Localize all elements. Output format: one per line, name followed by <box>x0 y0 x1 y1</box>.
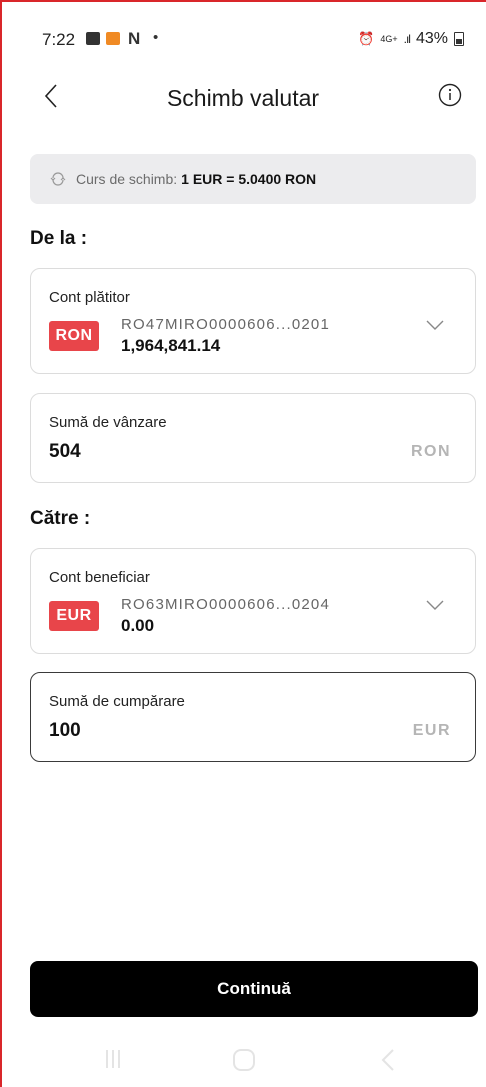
sell-amount-field[interactable]: Sumă de vânzare 504 RON <box>30 393 476 483</box>
system-back-icon[interactable] <box>378 1048 398 1072</box>
rate-value: 1 EUR = 5.0400 RON <box>181 171 317 187</box>
status-right: ⏰ 4G+ .ıl 43% <box>358 30 464 48</box>
app-header: Schimb valutar <box>0 75 486 119</box>
battery-level: 43% <box>415 30 448 47</box>
beneficiary-iban: RO63MIRO0000606...0204 <box>121 596 331 613</box>
beneficiary-account-selector[interactable]: Cont beneficiar EUR RO63MIRO0000606...02… <box>30 548 476 654</box>
payer-balance: 1,964,841.14 <box>121 336 221 355</box>
payer-account-label: Cont plătitor <box>49 289 130 306</box>
sell-amount-value[interactable]: 504 <box>49 441 81 463</box>
from-section-title: De la : <box>30 228 88 249</box>
battery-icon <box>454 32 464 46</box>
beneficiary-balance: 0.00 <box>121 616 155 635</box>
sell-amount-currency: RON <box>410 443 451 460</box>
payer-currency-badge: RON <box>49 321 99 351</box>
to-section-title: Către : <box>30 508 91 529</box>
continue-button[interactable]: Continuă <box>30 961 478 1017</box>
home-icon[interactable] <box>232 1048 256 1072</box>
payer-iban: RO47MIRO0000606...0201 <box>121 316 331 333</box>
network-type: 4G+ <box>380 33 398 44</box>
status-bar: 7:22 N • ⏰ 4G+ .ıl 43% <box>0 0 486 60</box>
chevron-down-icon[interactable] <box>425 319 445 331</box>
chevron-down-icon[interactable] <box>425 599 445 611</box>
info-icon[interactable] <box>438 83 462 107</box>
app-notification-icon <box>106 32 120 45</box>
payer-account-selector[interactable]: Cont plătitor RON RO47MIRO0000606...0201… <box>30 268 476 374</box>
recent-apps-icon[interactable] <box>104 1048 122 1070</box>
more-notifications-icon: • <box>153 29 159 46</box>
beneficiary-account-label: Cont beneficiar <box>49 569 150 586</box>
page-title: Schimb valutar <box>166 85 320 111</box>
system-nav-bar <box>0 1040 486 1087</box>
gallery-icon <box>86 32 100 45</box>
sell-amount-label: Sumă de vânzare <box>49 414 167 431</box>
buy-amount-label: Sumă de cumpărare <box>49 693 185 710</box>
netflix-icon: N <box>128 29 141 48</box>
alarm-icon: ⏰ <box>358 31 375 46</box>
buy-amount-value[interactable]: 100 <box>49 720 81 742</box>
rate-prefix: Curs de schimb: <box>76 171 178 187</box>
beneficiary-currency-badge: EUR <box>49 601 99 631</box>
buy-amount-field[interactable]: Sumă de cumpărare 100 EUR <box>30 672 476 762</box>
refresh-icon <box>50 172 66 186</box>
exchange-rate-banner: Curs de schimb: 1 EUR = 5.0400 RON <box>30 154 476 204</box>
status-time: 7:22 <box>42 30 76 49</box>
signal-icon: .ıl <box>403 32 411 46</box>
frame-border <box>0 0 2 1087</box>
buy-amount-currency: EUR <box>412 722 451 739</box>
